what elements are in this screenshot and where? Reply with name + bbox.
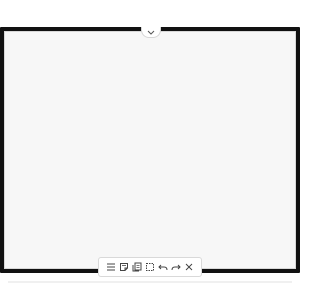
redo-button[interactable] — [170, 261, 182, 273]
chevron-down-icon — [147, 30, 155, 35]
documents-icon — [132, 262, 142, 272]
documents-button[interactable] — [131, 261, 143, 273]
sticky-note-button[interactable] — [118, 261, 130, 273]
whiteboard-screen — [0, 0, 300, 300]
close-button[interactable] — [183, 261, 195, 273]
redo-icon — [171, 262, 181, 272]
menu-icon — [106, 262, 116, 272]
bottom-toolbar — [98, 257, 202, 277]
display-stand-shadow — [8, 281, 292, 283]
display-bezel — [0, 27, 300, 277]
menu-button[interactable] — [105, 261, 117, 273]
select-area-button[interactable] — [144, 261, 156, 273]
sticky-note-icon — [119, 262, 129, 272]
close-icon — [184, 262, 194, 272]
undo-icon — [158, 262, 168, 272]
whiteboard-canvas[interactable] — [5, 32, 295, 268]
selection-icon — [145, 262, 155, 272]
undo-button[interactable] — [157, 261, 169, 273]
